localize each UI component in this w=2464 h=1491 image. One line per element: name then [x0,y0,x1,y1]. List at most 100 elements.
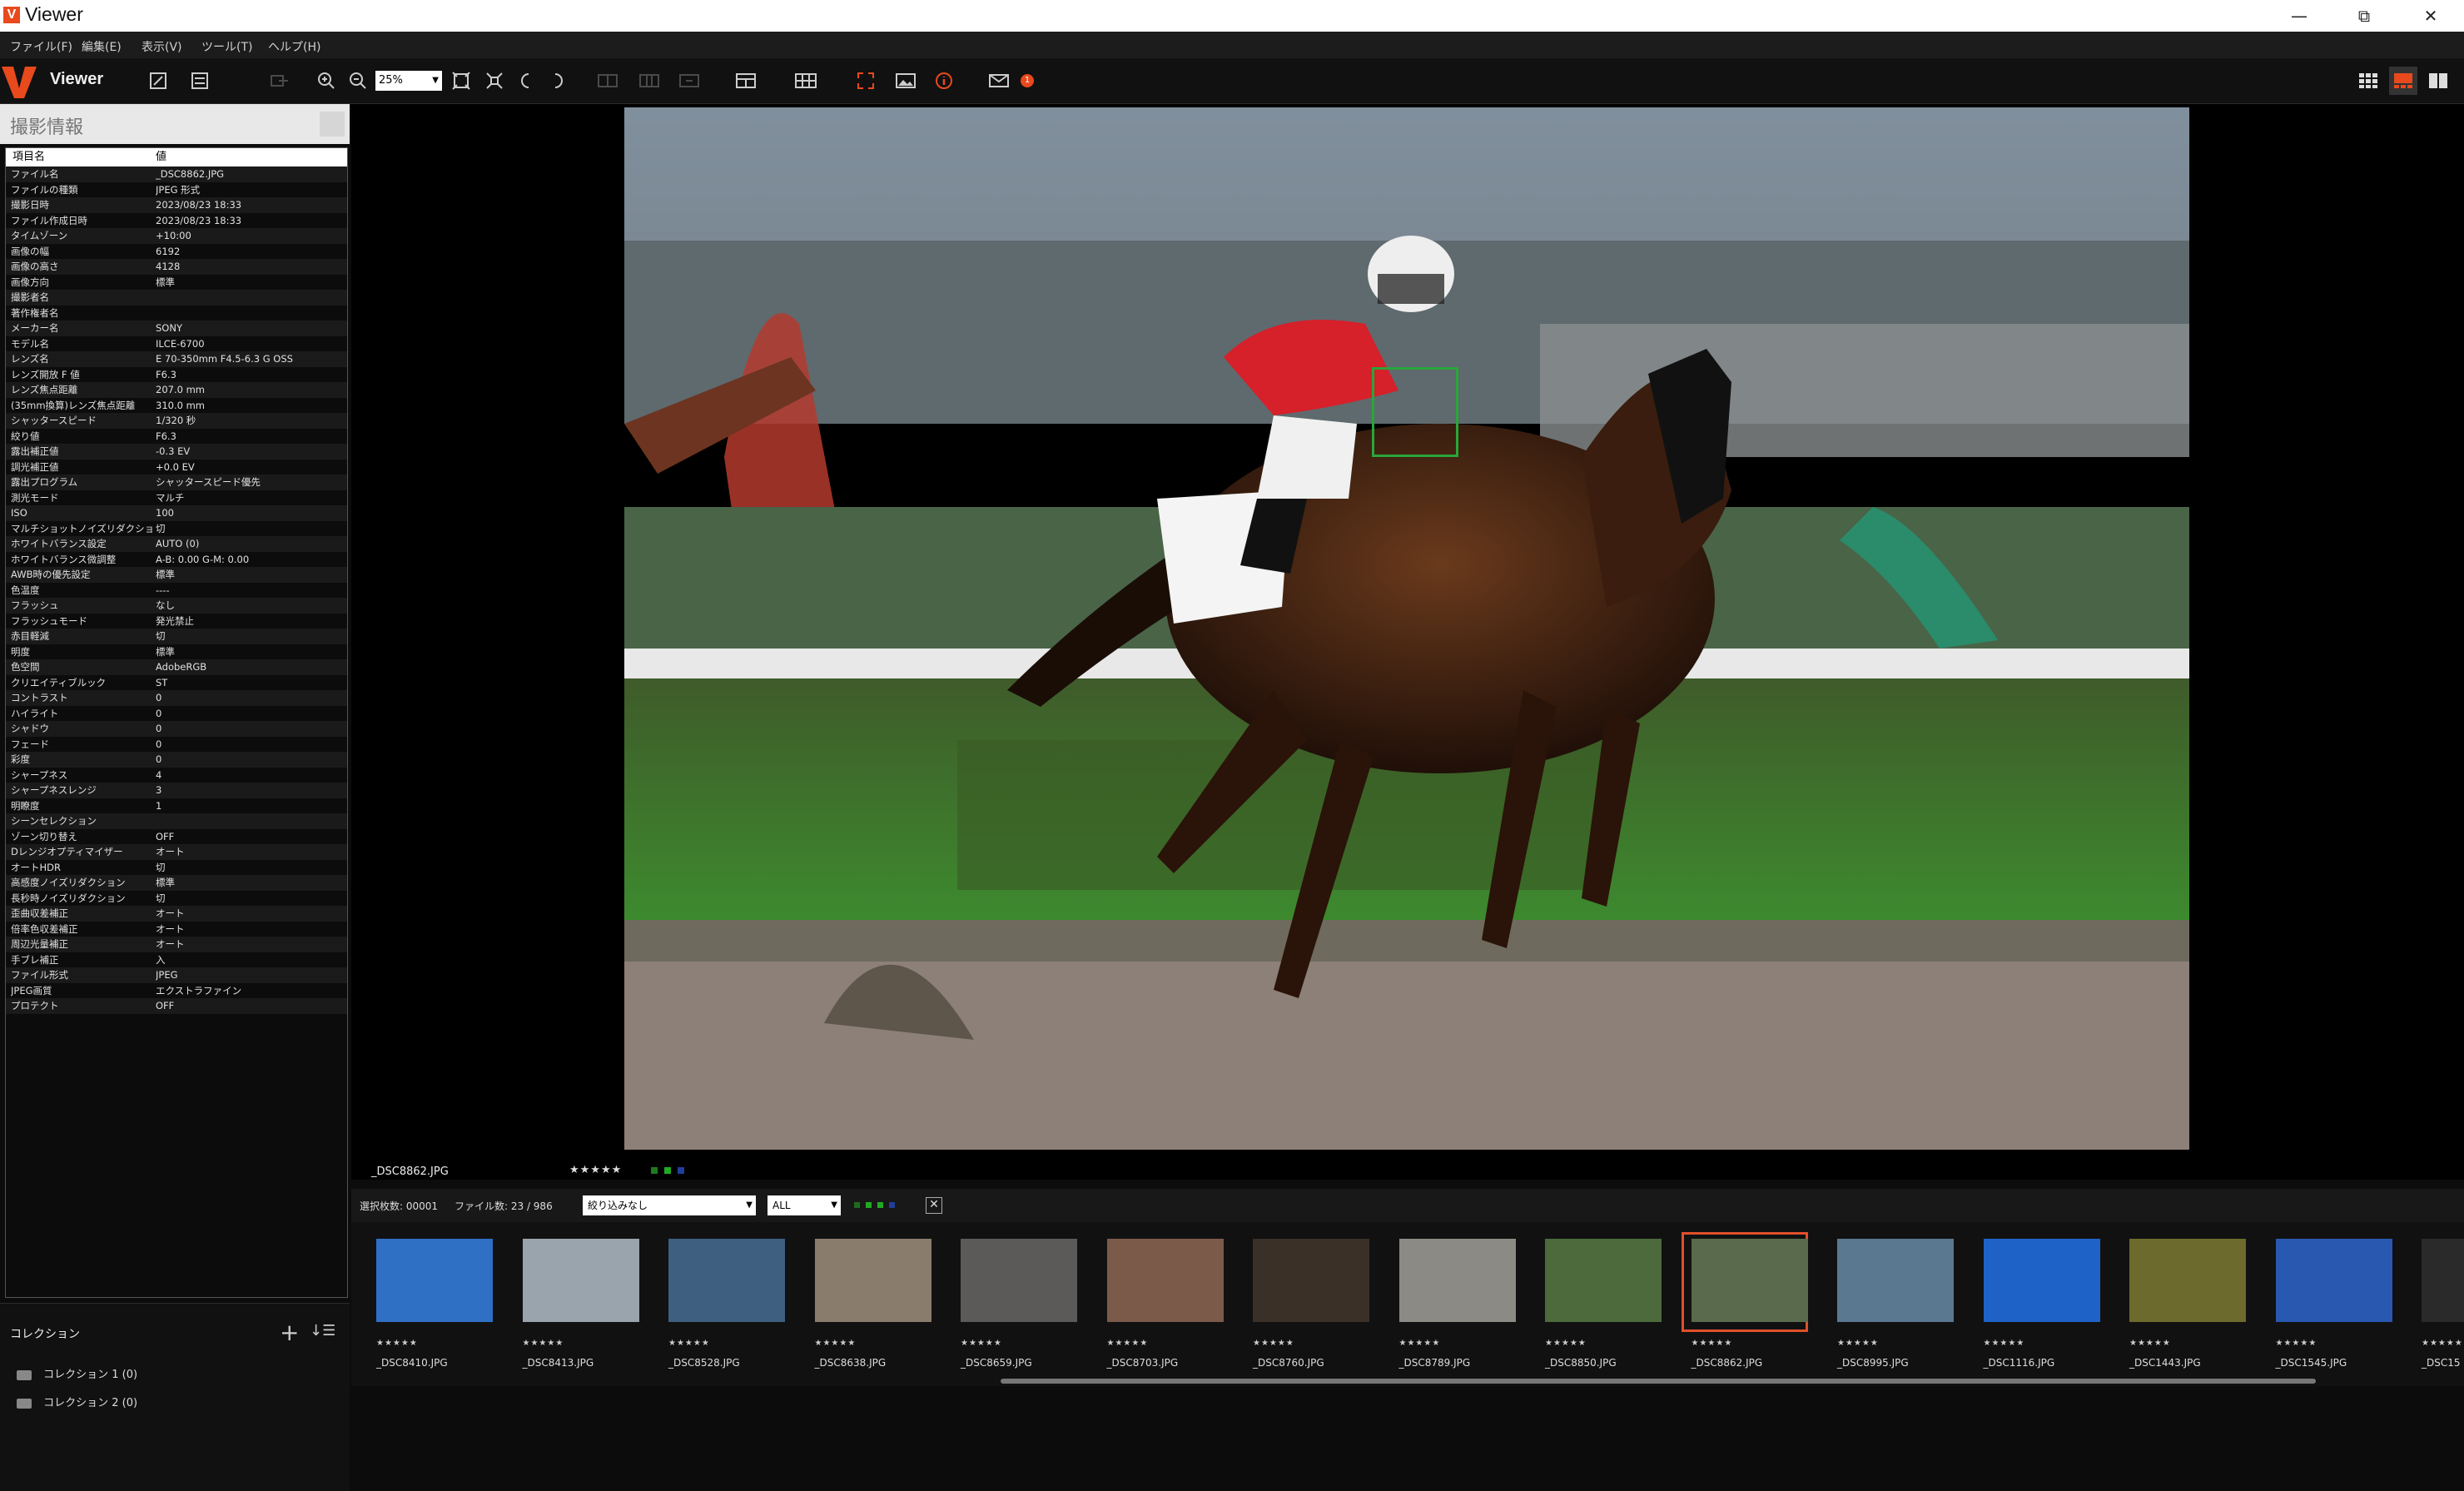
rotate-right-icon[interactable] [546,69,569,92]
table-row[interactable]: シャープネス 4 [6,768,347,783]
info-icon[interactable] [932,69,956,92]
table-row[interactable]: シャッタースピード 1/320 秒 [6,413,347,429]
label-indicator[interactable] [678,1167,684,1174]
thumbnail[interactable]: ★★★★★ _DSC8703.JPG [1099,1235,1240,1377]
table-row[interactable]: 測光モード マルチ [6,490,347,506]
zoom-out-icon[interactable] [346,69,370,92]
table-row[interactable]: 露出補正値 -0.3 EV [6,444,347,460]
table-row[interactable]: ホワイトバランス微調整 A-B: 0.00 G-M: 0.00 [6,552,347,568]
rating-stars[interactable]: ★★★★★ [569,1164,622,1176]
thumbnail-image[interactable] [1398,1239,1516,1322]
table-row[interactable]: ファイル形式 JPEG [6,967,347,983]
table-row[interactable]: ファイルの種類 JPEG 形式 [6,182,347,198]
filmstrip-toggle-icon[interactable] [794,69,817,92]
table-row[interactable]: 撮影者名 [6,290,347,306]
color-label-filter[interactable] [877,1202,883,1208]
table-row[interactable]: フラッシュモード 発光禁止 [6,614,347,629]
actual-size-icon[interactable] [483,69,506,92]
compare-3-icon[interactable] [638,69,661,92]
table-row[interactable]: JPEG画質 エクストラファイン [6,983,347,999]
thumbnail-rating[interactable]: ★★★★★ [1399,1339,1441,1348]
color-label-filter[interactable] [866,1202,872,1208]
table-row[interactable]: 画像の幅 6192 [6,244,347,260]
label-filter-select[interactable]: ALL ▼ [768,1195,841,1215]
layout-icon[interactable] [734,69,758,92]
scrollbar-thumb[interactable] [1001,1379,2316,1384]
rotate-left-icon[interactable] [514,69,538,92]
table-row[interactable]: 画像の高さ 4128 [6,259,347,275]
notification-badge[interactable]: 1 [1021,74,1034,87]
zoom-select[interactable]: 25% ▼ [375,71,442,91]
table-row[interactable]: 画像方向 標準 [6,275,347,291]
thumbnail-rating[interactable]: ★★★★★ [523,1339,564,1348]
mail-icon[interactable] [987,69,1011,92]
thumbnail[interactable]: ★★★★★ _DSC1443.JPG [2121,1235,2263,1377]
image-icon[interactable] [894,69,917,92]
table-row[interactable]: オートHDR 切 [6,860,347,876]
shooting-info-table[interactable]: 項目名 値 ファイル名 _DSC8862.JPG ファイルの種類 JPEG 形式 撮影日… [5,147,348,1298]
table-row[interactable]: 歪曲収差補正 オート [6,906,347,922]
table-row[interactable]: レンズ焦点距離 207.0 mm [6,382,347,398]
table-row[interactable]: ファイル名 _DSC8862.JPG [6,166,347,182]
thumbnail-image[interactable] [1691,1239,1808,1322]
thumbnail-rating[interactable]: ★★★★★ [1984,1339,2025,1348]
table-row[interactable]: 長秒時ノイズリダクション 切 [6,891,347,907]
table-row[interactable]: レンズ開放 F 値 F6.3 [6,367,347,383]
collection-item[interactable]: コレクション 1 (0) [17,1365,137,1381]
thumbnail[interactable]: ★★★★★ _DSC8760.JPG [1244,1235,1386,1377]
table-row[interactable]: シーンセレクション [6,813,347,829]
table-row[interactable]: シャドウ 0 [6,721,347,737]
thumbnail-image[interactable] [1545,1239,1662,1322]
thumbnail[interactable]: ★★★★★ _DSC8995.JPG [1829,1235,1970,1377]
table-row[interactable]: 彩度 0 [6,752,347,768]
table-row[interactable]: コントラスト 0 [6,690,347,706]
table-row[interactable]: 色温度 ---- [6,583,347,599]
table-row[interactable]: 明度 標準 [6,644,347,660]
thumbnail[interactable]: ★★★★★ _DSC1116.JPG [1975,1235,2117,1377]
table-row[interactable]: クリエイティブルック ST [6,675,347,691]
image-viewer[interactable]: _DSC8862.JPG ★★★★★ [351,104,2464,1180]
label-indicator[interactable] [651,1167,658,1174]
restore-icon[interactable]: ⧉ [2331,0,2397,32]
table-row[interactable]: ハイライト 0 [6,706,347,722]
panel-menu-button[interactable] [320,112,345,137]
thumbnail[interactable]: ★★★★★ _DSC8413.JPG [514,1235,656,1377]
menu-edit[interactable]: 編集(E) [82,38,122,55]
add-collection-icon[interactable]: + [280,1319,299,1346]
table-row[interactable]: ISO 100 [6,505,347,521]
thumbnail-image[interactable] [1106,1239,1224,1322]
table-row[interactable]: 色空間 AdobeRGB [6,659,347,675]
table-row[interactable]: (35mm換算)レンズ焦点距離 310.0 mm [6,398,347,414]
table-row[interactable]: ファイル作成日時 2023/08/23 18:33 [6,213,347,229]
thumbnail-rating[interactable]: ★★★★★ [2422,1339,2463,1348]
thumbnail-rating[interactable]: ★★★★★ [961,1339,1002,1348]
table-row[interactable]: 撮影日時 2023/08/23 18:33 [6,197,347,213]
thumbnail-image[interactable] [961,1239,1077,1322]
grid-view-icon[interactable] [2354,67,2382,95]
viewer-mode-icon[interactable] [2389,67,2417,95]
thumbnail[interactable]: ★★★★★ _DSC8862.JPG [1681,1232,1825,1377]
thumbnail-rating[interactable]: ★★★★★ [1837,1339,1879,1348]
table-row[interactable]: Dレンジオプティマイザー オート [6,844,347,860]
thumbnail[interactable]: ★★★★★ _DSC8659.JPG [952,1235,1094,1377]
thumbnail-rating[interactable]: ★★★★★ [1692,1339,1733,1348]
table-row[interactable]: マルチショットノイズリダクション切 [6,521,347,537]
filmstrip[interactable]: ★★★★★ _DSC8410.JPG ★★★★★ _DSC8413.JPG ★★★★★ _… [351,1222,2464,1386]
compare-2-icon[interactable] [596,69,619,92]
export-icon[interactable] [268,69,291,92]
table-row[interactable]: 絞り値 F6.3 [6,429,347,445]
thumbnail-rating[interactable]: ★★★★★ [668,1339,710,1348]
table-row[interactable]: レンズ名 E 70-350mm F4.5-6.3 G OSS [6,351,347,367]
table-row[interactable]: 高感度ノイズリダクション 標準 [6,875,347,891]
color-label-filter[interactable] [854,1202,860,1208]
thumbnail[interactable]: ★★★★★ _DSC8410.JPG [368,1235,509,1377]
thumbnail-image[interactable] [2129,1239,2246,1322]
table-row[interactable]: 調光補正値 +0.0 EV [6,460,347,475]
fit-window-icon[interactable] [450,69,473,92]
minimize-icon[interactable]: — [2266,0,2332,32]
zoom-in-icon[interactable] [315,69,338,92]
menu-file[interactable]: ファイル(F) [10,38,72,55]
thumbnail-rating[interactable]: ★★★★★ [2129,1339,2171,1348]
thumbnail[interactable]: ★★★★★ _DSC8789.JPG [1391,1235,1533,1377]
table-row[interactable]: 手ブレ補正 入 [6,952,347,968]
